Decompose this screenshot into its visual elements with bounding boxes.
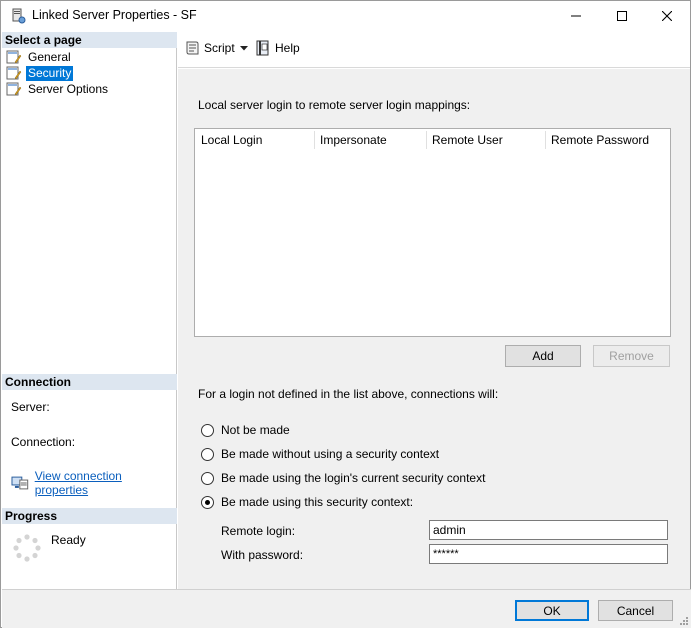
add-button[interactable]: Add — [505, 345, 581, 367]
page-item-label: Security — [26, 65, 74, 81]
connection-label: Connection: — [11, 435, 76, 449]
page-item-security[interactable]: Security — [6, 65, 74, 81]
toolbar: Script Help — [178, 32, 690, 68]
progress-spinner-icon — [13, 534, 41, 562]
option-without-security-context[interactable]: Be made without using a security context — [201, 447, 439, 461]
view-connection-properties-link[interactable]: View connection properties — [11, 469, 176, 497]
password-input[interactable] — [429, 544, 668, 564]
script-dropdown-arrow-icon[interactable] — [240, 46, 248, 51]
remove-button[interactable]: Remove — [593, 345, 670, 367]
help-book-icon — [256, 40, 269, 56]
page-wrench-icon — [6, 82, 22, 96]
resize-grip-icon[interactable] — [679, 616, 689, 626]
remote-login-label: Remote login: — [221, 524, 296, 538]
page-wrench-icon — [6, 66, 22, 80]
script-button[interactable]: Script — [184, 40, 235, 56]
connection-properties-icon — [11, 476, 29, 490]
title-bar: Linked Server Properties - SF — [1, 1, 690, 31]
server-label: Server: — [11, 400, 50, 414]
column-impersonate[interactable]: Impersonate — [320, 133, 387, 151]
maximize-icon — [617, 11, 627, 21]
radio-label: Not be made — [221, 423, 290, 437]
radio-button[interactable] — [201, 471, 214, 485]
view-connection-properties-label[interactable]: View connection properties — [35, 469, 176, 497]
progress-status: Ready — [51, 533, 86, 547]
mappings-label: Local server login to remote server logi… — [198, 98, 471, 112]
script-icon — [186, 41, 199, 55]
radio-label: Be made using the login's current securi… — [221, 471, 486, 485]
radio-button[interactable] — [201, 447, 214, 461]
connection-header: Connection — [2, 374, 177, 390]
linked-server-properties-window: Linked Server Properties - SF Select a p… — [0, 0, 691, 628]
minimize-button[interactable] — [553, 1, 599, 31]
remote-login-input[interactable] — [429, 520, 668, 540]
page-wrench-icon — [6, 50, 22, 64]
page-item-general[interactable]: General — [6, 49, 73, 65]
option-not-be-made[interactable]: Not be made — [201, 423, 290, 437]
ok-button[interactable]: OK — [515, 600, 589, 621]
progress-header: Progress — [2, 508, 177, 524]
column-remote-password[interactable]: Remote Password — [551, 133, 649, 151]
not-defined-label: For a login not defined in the list abov… — [198, 387, 499, 401]
option-this-security-context[interactable]: Be made using this security context: — [201, 495, 413, 509]
radio-button[interactable] — [201, 423, 214, 437]
radio-label: Be made using this security context: — [221, 495, 414, 509]
column-remote-user[interactable]: Remote User — [432, 133, 503, 151]
script-label: Script — [204, 41, 235, 55]
column-separator — [314, 131, 315, 149]
page-item-server-options[interactable]: Server Options — [6, 81, 110, 97]
close-button[interactable] — [644, 1, 690, 31]
help-button[interactable]: Help — [255, 40, 300, 56]
column-separator — [545, 131, 546, 149]
column-separator — [426, 131, 427, 149]
dialog-button-bar: OK Cancel — [2, 589, 691, 628]
maximize-button[interactable] — [599, 1, 645, 31]
option-current-security-context[interactable]: Be made using the login's current securi… — [201, 471, 485, 485]
column-local-login[interactable]: Local Login — [201, 133, 262, 151]
help-label: Help — [275, 41, 300, 55]
linked-server-icon — [12, 8, 26, 24]
window-title: Linked Server Properties - SF — [32, 8, 197, 22]
page-item-label: General — [28, 49, 71, 64]
radio-button-checked[interactable] — [201, 495, 214, 509]
grid-header: Local Login Impersonate Remote User Remo… — [195, 129, 670, 151]
page-item-label: Server Options — [28, 81, 109, 96]
cancel-button[interactable]: Cancel — [598, 600, 673, 621]
close-icon — [662, 11, 672, 21]
select-page-header: Select a page — [2, 32, 177, 48]
left-pane: Select a page General Security Server Op… — [2, 32, 177, 589]
radio-label: Be made without using a security context — [221, 447, 440, 461]
minimize-icon — [571, 15, 581, 17]
security-page-content: Local server login to remote server logi… — [178, 69, 690, 589]
login-mappings-grid[interactable]: Local Login Impersonate Remote User Remo… — [194, 128, 671, 337]
with-password-label: With password: — [221, 548, 304, 562]
